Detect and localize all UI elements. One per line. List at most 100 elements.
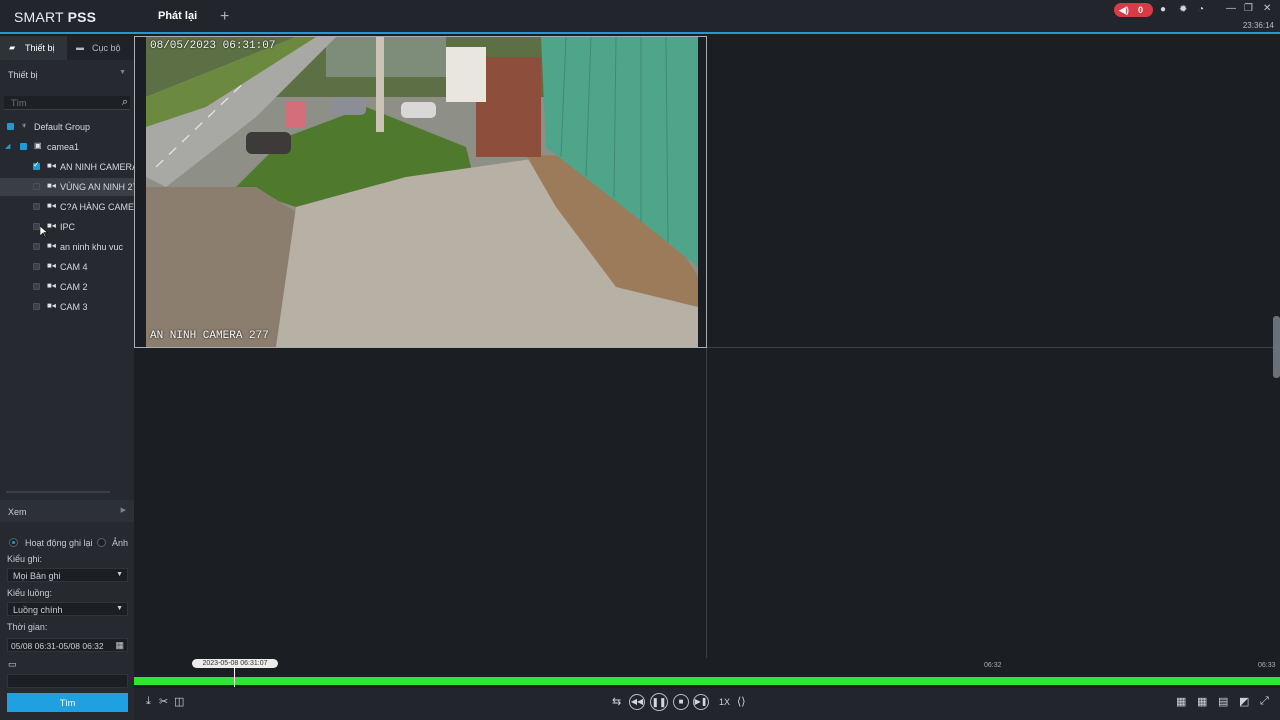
- channel-checkbox[interactable]: [33, 183, 40, 190]
- title-bar: SMART PSS Phát lại + ◀) 0 ● ✹ ◔ — ❐ ✕ 23…: [0, 0, 1280, 34]
- tree-device[interactable]: ◢ ▣ camea1: [0, 138, 134, 156]
- minimize-icon[interactable]: —: [1226, 3, 1236, 14]
- next-frame-icon[interactable]: ▶❚: [693, 694, 709, 710]
- channel-checkbox[interactable]: [33, 263, 40, 270]
- slow-icon[interactable]: ⟨⟩: [737, 695, 746, 708]
- device-icon: ▰: [9, 43, 16, 52]
- channel-checkbox[interactable]: [33, 160, 40, 170]
- view-panel-header[interactable]: Xem ▶: [0, 500, 134, 522]
- device-label: camea1: [47, 142, 80, 152]
- device-dropdown[interactable]: Thiết bị ▼: [0, 64, 134, 84]
- nvr-icon: ▣: [34, 141, 42, 150]
- tree-channel[interactable]: ■◂ CAM 4: [0, 258, 134, 276]
- tree-scrollbar[interactable]: [6, 491, 110, 493]
- camera-icon: ■◂: [47, 221, 56, 230]
- layout-9-icon[interactable]: ▦: [1197, 695, 1207, 708]
- calendar-icon[interactable]: ▦: [115, 640, 124, 651]
- gauge-icon[interactable]: ◔: [1198, 4, 1204, 15]
- timeline[interactable]: 2023-05-08 06:31:07 06:32 06:33: [134, 658, 1280, 688]
- device-search: ⌕: [4, 96, 130, 110]
- tree-channel[interactable]: ■◂ VÙNG AN NINH 27: [0, 178, 134, 196]
- pause-icon[interactable]: ❚❚: [650, 693, 668, 711]
- stop-icon[interactable]: ■: [673, 694, 689, 710]
- download-icon[interactable]: ⤓: [146, 695, 151, 708]
- rewind-icon[interactable]: ◀◀: [629, 694, 645, 710]
- channel-label: VÙNG AN NINH 27: [60, 182, 134, 192]
- recording-bar[interactable]: [134, 677, 1280, 685]
- osd-timestamp: 08/05/2023 06:31:07: [150, 40, 276, 52]
- tab-local[interactable]: ▬ Cục bộ: [67, 36, 134, 60]
- caret-down-icon: ▼: [119, 69, 126, 76]
- tree-channel[interactable]: ■◂ an ninh khu vuc: [0, 238, 134, 256]
- radio-image[interactable]: [97, 538, 106, 547]
- layout-16-icon[interactable]: ▤: [1218, 695, 1228, 708]
- sidebar: ▰ Thiết bị ▬ Cục bộ Thiết bị ▼ ⌕ ♆ Defau…: [0, 36, 134, 720]
- speed-label: 1X: [719, 697, 731, 707]
- group-label: Default Group: [34, 122, 91, 132]
- search-icon[interactable]: ⌕: [122, 96, 128, 109]
- device-checkbox[interactable]: [20, 143, 27, 150]
- scissors-icon[interactable]: ✂: [159, 695, 168, 708]
- restore-icon[interactable]: ❐: [1244, 3, 1253, 14]
- time-range-field[interactable]: 05/08 06:31-05/08 06:32 ▦: [7, 638, 128, 652]
- time-range-value: 05/08 06:31-05/08 06:32: [11, 641, 104, 651]
- mouse-cursor-icon: [40, 226, 48, 238]
- channel-checkbox[interactable]: [33, 283, 40, 290]
- group-checkbox[interactable]: [7, 123, 14, 130]
- tree-channel[interactable]: ■◂ CAM 2: [0, 278, 134, 296]
- timeline-cursor[interactable]: [234, 667, 235, 687]
- device-search-input[interactable]: [4, 96, 112, 110]
- user-icon[interactable]: ●: [1160, 4, 1166, 15]
- edit-icon[interactable]: ◩: [1239, 695, 1249, 708]
- caret-down-icon: ▼: [116, 571, 123, 578]
- radio-record-label: Hoạt động ghi lại: [25, 538, 93, 548]
- tab-device[interactable]: ▰ Thiết bị: [0, 36, 67, 60]
- record-type-select[interactable]: Mọi Bản ghi ▼: [7, 568, 128, 582]
- timeline-tooltip: 2023-05-08 06:31:07: [192, 659, 278, 668]
- alarm-badge[interactable]: ◀) 0: [1114, 3, 1153, 17]
- group-icon: ♆: [21, 121, 27, 130]
- radio-record[interactable]: [9, 538, 18, 547]
- view-header-label: Xem: [8, 507, 27, 517]
- sidebar-tabs: ▰ Thiết bị ▬ Cục bộ: [0, 36, 134, 60]
- stream-type-select[interactable]: Luồng chính ▼: [7, 602, 128, 616]
- tree-channel[interactable]: ■◂ C?A HÀNG CAME: [0, 198, 134, 216]
- add-tab-icon[interactable]: +: [220, 8, 229, 26]
- channel-checkbox[interactable]: [33, 243, 40, 250]
- tab-playback[interactable]: Phát lại: [150, 0, 205, 32]
- tree-channel[interactable]: ■◂ AN NINH CAMERA: [0, 158, 134, 176]
- search-button[interactable]: Tìm: [7, 693, 128, 712]
- stream-type-value: Luồng chính: [13, 605, 63, 615]
- device-dropdown-label: Thiết bị: [8, 70, 38, 80]
- channel-checkbox[interactable]: [33, 223, 40, 230]
- tab-local-label: Cục bộ: [92, 43, 121, 53]
- camera-icon: ■◂: [47, 201, 56, 210]
- tree-group[interactable]: ♆ Default Group: [0, 118, 134, 136]
- channel-label: C?A HÀNG CAME: [60, 202, 134, 212]
- channel-checkbox[interactable]: [33, 203, 40, 210]
- close-icon[interactable]: ✕: [1263, 3, 1271, 14]
- channel-label: CAM 4: [60, 262, 88, 272]
- tree-channel[interactable]: ■◂ IPC: [0, 218, 134, 236]
- fullscreen-icon[interactable]: ⤢: [1260, 695, 1269, 708]
- channel-checkbox[interactable]: [33, 303, 40, 310]
- video-pane-1[interactable]: 08/05/2023 06:31:07 AN NINH CAMERA 277: [134, 36, 707, 348]
- camera-icon: ■◂: [47, 261, 56, 270]
- snapshot-icon[interactable]: ◫: [174, 695, 184, 708]
- tab-device-label: Thiết bị: [25, 43, 55, 53]
- camera-icon: ■◂: [47, 161, 56, 170]
- tree-channel[interactable]: ■◂ CAM 3: [0, 298, 134, 316]
- collapse-arrow-icon[interactable]: ◢: [5, 142, 10, 150]
- record-type-value: Mọi Bản ghi: [13, 571, 61, 581]
- gear-icon[interactable]: ✹: [1179, 4, 1187, 15]
- grid-scrollbar[interactable]: [1273, 316, 1280, 378]
- osd-camera-name: AN NINH CAMERA 277: [150, 330, 269, 342]
- card-icon[interactable]: ▭: [8, 659, 17, 670]
- channel-label: IPC: [60, 222, 76, 232]
- timeline-tick: 06:33: [1258, 662, 1276, 669]
- time-label: Thời gian:: [7, 622, 48, 632]
- playback-controls: ⤓ ✂ ◫ ⇆ ◀◀ ❚❚ ■ ▶❚ 1X ⟨⟩ ▦ ▦ ▤ ◩ ⤢: [134, 688, 1280, 720]
- alarm-count: 0: [1138, 5, 1144, 15]
- layout-4-icon[interactable]: ▦: [1176, 695, 1186, 708]
- sync-icon[interactable]: ⇆: [612, 695, 621, 708]
